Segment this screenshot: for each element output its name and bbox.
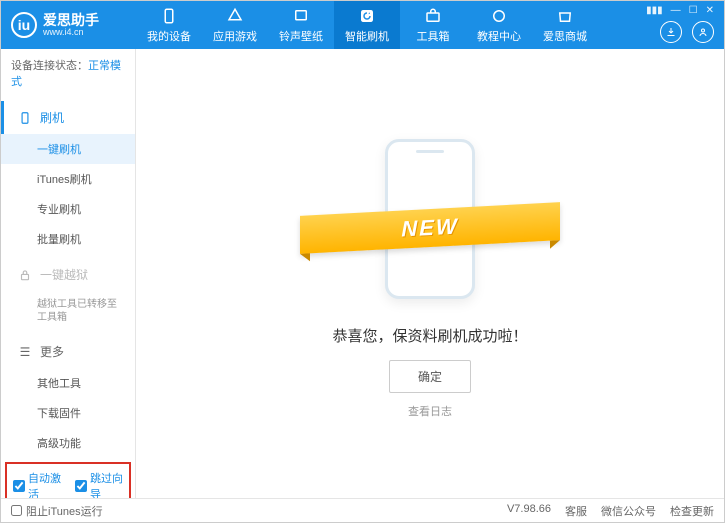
sidebar-jailbreak-head[interactable]: 一键越狱 — [1, 258, 135, 291]
nav-wallpaper[interactable]: 铃声壁纸 — [268, 1, 334, 49]
maximize-icon[interactable]: ☐ — [689, 5, 698, 16]
new-ribbon: NEW — [300, 202, 560, 254]
sidebar-jailbreak-section: 一键越狱 越狱工具已转移至工具箱 — [1, 258, 135, 331]
ribbon-text: NEW — [401, 213, 458, 242]
app-url: www.i4.cn — [43, 27, 99, 38]
sidebar-more-other[interactable]: 其他工具 — [1, 368, 135, 398]
header-right — [660, 21, 714, 43]
main-layout: 设备连接状态：正常模式 刷机 一键刷机 iTunes刷机 专业刷机 批量刷机 一… — [1, 49, 724, 498]
main-content: NEW 恭喜您，保资料刷机成功啦！ 确定 查看日志 — [136, 49, 724, 498]
close-icon[interactable]: ✕ — [706, 5, 714, 16]
auto-activate-input[interactable] — [13, 480, 25, 492]
sidebar-jailbreak-note: 越狱工具已转移至工具箱 — [1, 291, 135, 331]
nav-toolbox[interactable]: 工具箱 — [400, 1, 466, 49]
user-icon[interactable] — [692, 21, 714, 43]
download-icon[interactable] — [660, 21, 682, 43]
lock-icon — [18, 268, 32, 282]
sidebar: 设备连接状态：正常模式 刷机 一键刷机 iTunes刷机 专业刷机 批量刷机 一… — [1, 49, 136, 498]
phone-icon — [160, 7, 178, 25]
wallpaper-icon — [292, 7, 310, 25]
stop-itunes-input[interactable] — [11, 505, 22, 516]
logo: iu 爱思助手 www.i4.cn — [1, 12, 136, 38]
app-name: 爱思助手 — [43, 13, 99, 27]
top-nav: 我的设备 应用游戏 铃声壁纸 智能刷机 工具箱 教程中心 爱思商城 — [136, 1, 598, 49]
nav-flash[interactable]: 智能刷机 — [334, 1, 400, 49]
footer-wechat[interactable]: 微信公众号 — [601, 503, 656, 519]
stop-itunes-checkbox[interactable]: 阻止iTunes运行 — [11, 503, 103, 519]
skip-guide-input[interactable] — [75, 480, 87, 492]
sidebar-more-head[interactable]: ☰ 更多 — [1, 335, 135, 368]
toolbox-icon — [424, 7, 442, 25]
sidebar-flash-itunes[interactable]: iTunes刷机 — [1, 164, 135, 194]
footer-update[interactable]: 检查更新 — [670, 503, 714, 519]
sidebar-more-section: ☰ 更多 其他工具 下载固件 高级功能 — [1, 335, 135, 458]
menu-icon[interactable]: ▮▮▮ — [646, 5, 663, 16]
sidebar-more-firmware[interactable]: 下载固件 — [1, 398, 135, 428]
menu-icon: ☰ — [18, 345, 32, 359]
store-icon — [556, 7, 574, 25]
apps-icon — [226, 7, 244, 25]
refresh-icon — [358, 7, 376, 25]
window-controls: ▮▮▮ — ☐ ✕ — [642, 1, 718, 20]
sidebar-flash-batch[interactable]: 批量刷机 — [1, 224, 135, 254]
sidebar-more-advanced[interactable]: 高级功能 — [1, 428, 135, 458]
sidebar-flash-pro[interactable]: 专业刷机 — [1, 194, 135, 224]
nav-apps[interactable]: 应用游戏 — [202, 1, 268, 49]
sidebar-flash-head[interactable]: 刷机 — [1, 101, 135, 134]
nav-tutorial[interactable]: 教程中心 — [466, 1, 532, 49]
options-highlight: 自动激活 跳过向导 — [5, 462, 131, 498]
view-log-link[interactable]: 查看日志 — [408, 403, 452, 419]
footer: 阻止iTunes运行 V7.98.66 客服 微信公众号 检查更新 — [1, 498, 724, 522]
tutorial-icon — [490, 7, 508, 25]
auto-activate-checkbox[interactable]: 自动激活 — [13, 470, 61, 498]
app-header: iu 爱思助手 www.i4.cn 我的设备 应用游戏 铃声壁纸 智能刷机 工具… — [1, 1, 724, 49]
confirm-button[interactable]: 确定 — [389, 360, 471, 393]
skip-guide-checkbox[interactable]: 跳过向导 — [75, 470, 123, 498]
footer-version: V7.98.66 — [507, 503, 551, 519]
phone-icon — [18, 111, 32, 125]
success-illustration: NEW — [330, 129, 530, 309]
sidebar-flash-section: 刷机 一键刷机 iTunes刷机 专业刷机 批量刷机 — [1, 101, 135, 254]
success-message: 恭喜您，保资料刷机成功啦！ — [332, 325, 527, 346]
nav-device[interactable]: 我的设备 — [136, 1, 202, 49]
footer-right: V7.98.66 客服 微信公众号 检查更新 — [507, 503, 714, 519]
connection-status: 设备连接状态：正常模式 — [1, 49, 135, 97]
logo-icon: iu — [11, 12, 37, 38]
sidebar-flash-oneclick[interactable]: 一键刷机 — [1, 134, 135, 164]
nav-store[interactable]: 爱思商城 — [532, 1, 598, 49]
footer-support[interactable]: 客服 — [565, 503, 587, 519]
minimize-icon[interactable]: — — [671, 5, 681, 16]
